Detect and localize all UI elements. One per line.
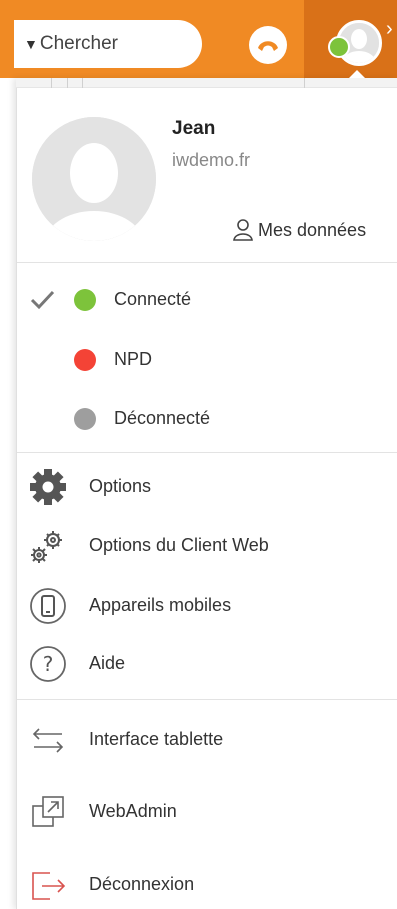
profile-avatar [32,117,156,241]
status-option-dnd[interactable]: NPD [30,340,390,380]
status-label: NPD [114,349,153,369]
menu-item-label: WebAdmin [89,801,177,821]
menu-item-webadmin[interactable]: WebAdmin [28,790,388,834]
my-data-link[interactable]: Mes données [232,218,366,242]
menu-chevron-icon: › [386,18,393,40]
menu-item-tablet-interface[interactable]: Interface tablette [28,718,388,762]
hangup-button[interactable] [249,26,287,64]
external-link-icon [32,796,64,827]
menu-item-mobile-devices[interactable]: Appareils mobiles [28,584,388,628]
menu-item-label: Aide [89,653,126,673]
menu-item-options[interactable]: Options [28,465,388,509]
profile-domain: iwdemo.fr [172,150,251,170]
status-dot-green [74,289,96,311]
logout-icon [32,872,66,900]
menu-item-web-client-options[interactable]: Options du Client Web [28,524,388,568]
mobile-icon [30,588,66,624]
gear-icon [30,469,66,505]
help-icon: ? [30,646,66,682]
search-filter-caret-icon[interactable]: ▼ [24,36,38,52]
checkmark-icon [30,290,55,310]
menu-item-label: Options du Client Web [89,535,269,555]
status-option-disconnected[interactable]: Déconnecté [30,399,390,439]
svg-text:?: ? [43,652,54,676]
status-dot-gray [74,408,96,430]
top-bar: ▼ Chercher › [0,0,397,78]
panel-top-strip [16,78,397,88]
divider [17,262,397,263]
my-data-label: Mes données [258,219,367,240]
presence-indicator [328,36,350,58]
status-option-connected[interactable]: Connecté [30,280,390,320]
search-input[interactable]: Chercher [40,33,118,55]
menu-item-label: Options [89,476,152,496]
user-outline-icon [233,219,253,241]
divider [17,452,397,453]
menu-item-label: Déconnexion [89,874,195,894]
user-menu-button[interactable] [328,18,384,70]
status-dot-red [74,349,96,371]
menu-item-label: Appareils mobiles [89,595,232,615]
person-silhouette-icon [32,117,156,241]
divider [17,699,397,700]
status-label: Connecté [114,289,192,309]
status-label: Déconnecté [114,408,211,428]
menu-item-logout[interactable]: Déconnexion [28,863,388,907]
menu-item-help[interactable]: ? Aide [28,642,388,686]
hangup-icon [258,41,278,51]
menu-item-label: Interface tablette [89,729,224,749]
swap-arrows-icon [32,728,64,753]
profile-name: Jean [172,118,216,139]
gears-icon [31,531,62,563]
search-field[interactable]: ▼ Chercher [14,20,202,68]
